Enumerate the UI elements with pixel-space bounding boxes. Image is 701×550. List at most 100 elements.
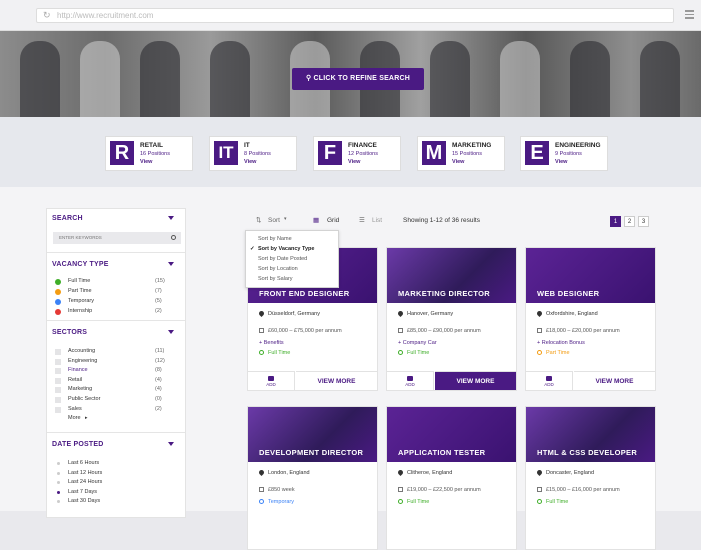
sort-menu: Sort by Name ✓ Sort by Vacancy Type Sort …	[245, 230, 339, 288]
grid-view-button[interactable]: Grid	[327, 217, 339, 224]
job-title[interactable]: APPLICATION TESTER	[398, 448, 485, 457]
category-card-finance[interactable]: F FINANCE 12 Positions View	[313, 136, 401, 171]
chevron-down-icon[interactable]	[168, 330, 174, 334]
salary-text: £850 week	[268, 487, 295, 493]
sort-option-location[interactable]: Sort by Location	[258, 266, 298, 272]
sector-option[interactable]: Sales (2)	[53, 405, 168, 414]
radio[interactable]	[57, 471, 60, 475]
search-input[interactable]: ENTER KEYWORDS	[53, 232, 181, 244]
date-option[interactable]: Last 6 Hours	[53, 459, 168, 468]
sort-dropdown[interactable]: Sort	[268, 217, 280, 224]
sort-option-name[interactable]: Sort by Name	[258, 236, 292, 242]
clock-icon	[259, 499, 264, 504]
category-view-link[interactable]: View	[140, 159, 152, 165]
job-title[interactable]: MARKETING DIRECTOR	[398, 289, 490, 298]
refine-search-button[interactable]: ⚲ CLICK TO REFINE SEARCH	[292, 68, 424, 90]
option-label: Accounting	[68, 348, 96, 354]
sector-option[interactable]: Retail (4)	[53, 376, 168, 385]
job-title[interactable]: FRONT END DESIGNER	[259, 289, 349, 298]
reload-icon[interactable]: ↻	[43, 9, 51, 22]
add-to-shortlist-button[interactable]: ADD	[387, 371, 434, 390]
sector-option[interactable]: Public Sector (0)	[53, 395, 168, 404]
job-extra: + Relocation Bonus	[537, 340, 585, 346]
sector-option[interactable]: Accounting (11)	[53, 347, 168, 356]
page-button-2[interactable]: 2	[624, 216, 635, 227]
job-title[interactable]: WEB DESIGNER	[537, 289, 599, 298]
job-title[interactable]: DEVELOPMENT DIRECTOR	[259, 448, 363, 457]
job-title[interactable]: HTML & CSS DEVELOPER	[537, 448, 637, 457]
category-name: ENGINEERING	[555, 142, 601, 149]
vacancy-type-option[interactable]: Temporary (5)	[53, 297, 168, 306]
sort-icon[interactable]: ⇅	[256, 216, 261, 224]
list-icon[interactable]: ☰	[359, 216, 365, 224]
type-text: Part Time	[546, 350, 570, 356]
add-to-shortlist-button[interactable]: ADD	[526, 371, 573, 390]
add-to-shortlist-button[interactable]: ADD	[248, 371, 295, 390]
job-salary: £18,000 – £20,000 per annum	[537, 328, 620, 334]
hamburger-menu-icon[interactable]	[685, 10, 694, 21]
job-card[interactable]: MARKETING DIRECTOR Hanover, Germany £85,00…	[386, 247, 517, 391]
category-letter: IT	[214, 141, 238, 165]
clock-icon	[259, 350, 264, 355]
job-type: Full Time	[259, 350, 290, 356]
sort-option-salary[interactable]: Sort by Salary	[258, 276, 293, 282]
date-option[interactable]: Last 12 Hours	[53, 469, 168, 478]
radio[interactable]	[57, 490, 60, 494]
page-button-1[interactable]: 1	[610, 216, 621, 227]
job-type: Full Time	[398, 350, 429, 356]
view-more-button[interactable]: VIEW MORE	[296, 371, 377, 390]
sort-option-vacancy-type[interactable]: ✓ Sort by Vacancy Type	[250, 246, 314, 252]
date-option[interactable]: Last 24 Hours	[53, 478, 168, 487]
view-more-button[interactable]: VIEW MORE	[435, 371, 516, 390]
sector-option[interactable]: Finance (8)	[53, 366, 168, 375]
type-text: Full Time	[268, 350, 291, 356]
sector-option[interactable]: Marketing (4)	[53, 385, 168, 394]
vacancy-type-option[interactable]: Full Time (15)	[53, 277, 168, 286]
view-more-button[interactable]: VIEW MORE	[574, 371, 655, 390]
location-text: Oxfordshire, England	[546, 311, 598, 317]
radio[interactable]	[57, 462, 60, 465]
radio[interactable]	[57, 500, 60, 504]
results-count: Showing 1-12 of 36 results	[403, 217, 480, 224]
job-card[interactable]: HTML & CSS DEVELOPER Doncaster, England £1…	[525, 406, 656, 550]
radio[interactable]	[57, 481, 60, 485]
chevron-down-icon[interactable]	[168, 216, 174, 220]
chevron-down-icon[interactable]	[168, 262, 174, 266]
job-card[interactable]: WEB DESIGNER Oxfordshire, England £18,000 …	[525, 247, 656, 391]
filter-sidebar: SEARCH ENTER KEYWORDS VACANCY TYPE Full …	[46, 208, 186, 518]
job-card[interactable]: APPLICATION TESTER Clitheroe, England £19,…	[386, 406, 517, 550]
job-card[interactable]: DEVELOPMENT DIRECTOR London, England £850 …	[247, 406, 378, 550]
sector-option[interactable]: Engineering (12)	[53, 357, 168, 366]
category-card-engineering[interactable]: E ENGINEERING 9 Positions View	[520, 136, 608, 171]
checkbox[interactable]	[55, 358, 61, 365]
page-button-3[interactable]: 3	[638, 216, 649, 227]
category-view-link[interactable]: View	[452, 159, 464, 165]
checkbox[interactable]	[55, 349, 61, 355]
checkbox[interactable]	[55, 377, 61, 384]
category-view-link[interactable]: View	[555, 159, 567, 165]
category-name: IT	[244, 142, 250, 149]
category-card-marketing[interactable]: M MARKETING 15 Positions View	[417, 136, 505, 171]
category-view-link[interactable]: View	[244, 159, 256, 165]
grid-icon[interactable]: ▦	[313, 216, 319, 224]
checkbox[interactable]	[55, 406, 61, 413]
category-card-retail[interactable]: R RETAIL 16 Positions View	[105, 136, 193, 171]
job-type: Part Time	[537, 350, 570, 356]
vacancy-type-option[interactable]: Internship (2)	[53, 307, 168, 316]
date-option[interactable]: Last 30 Days	[53, 497, 168, 506]
category-card-it[interactable]: IT IT 8 Positions View	[209, 136, 297, 171]
main-content: SEARCH ENTER KEYWORDS VACANCY TYPE Full …	[0, 187, 701, 550]
vacancy-type-option[interactable]: Part Time (7)	[53, 287, 168, 296]
list-view-button[interactable]: List	[372, 217, 382, 224]
chevron-down-icon[interactable]	[168, 442, 174, 446]
date-option[interactable]: Last 7 Days	[53, 488, 168, 497]
checkbox[interactable]	[55, 368, 61, 375]
sort-option-date-posted[interactable]: Sort by Date Posted	[258, 256, 307, 262]
search-icon[interactable]	[171, 235, 176, 240]
sectors-more-link[interactable]: More ▸	[53, 414, 168, 423]
category-view-link[interactable]: View	[348, 159, 360, 165]
money-icon	[259, 487, 264, 492]
checkbox[interactable]	[55, 397, 61, 403]
checkbox[interactable]	[55, 387, 61, 394]
address-bar[interactable]: ↻ http://www.recruitment.com	[36, 8, 674, 23]
